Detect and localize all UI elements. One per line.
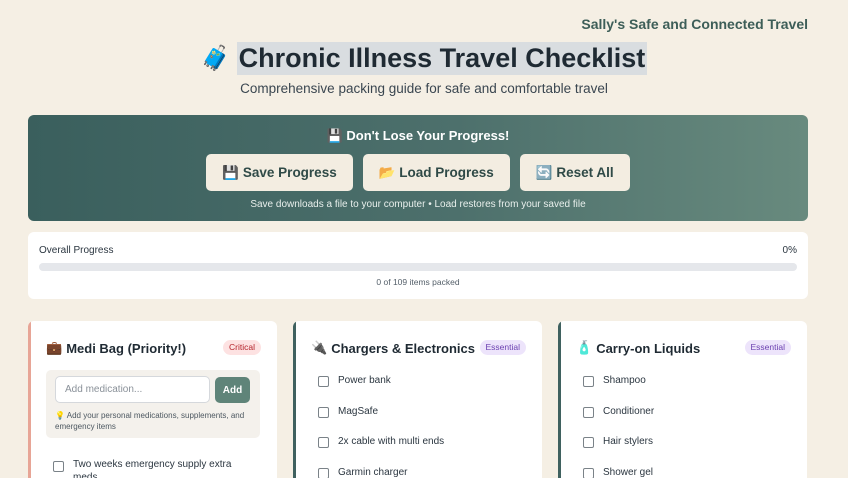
progress-bar	[39, 263, 797, 271]
checklist-item-label: Two weeks emergency supply extra meds	[73, 459, 232, 478]
page-title: 🧳 Chronic Illness Travel Checklist	[201, 42, 648, 75]
progress-count: 0 of 109 items packed	[376, 277, 460, 287]
save-progress-panel: 💾 Don't Lose Your Progress! 💾 Save Progr…	[28, 115, 808, 221]
checkbox[interactable]	[583, 437, 594, 448]
checkbox[interactable]	[583, 407, 594, 418]
medication-hint: 💡 Add your personal medications, supplem…	[55, 411, 245, 431]
luggage-icon: 🧳	[200, 45, 231, 72]
checkbox[interactable]	[53, 461, 64, 472]
checkbox[interactable]	[583, 468, 594, 478]
plug-icon: 🔌	[311, 340, 328, 355]
save-progress-button[interactable]: 💾 Save Progress	[206, 154, 353, 191]
checklist-item[interactable]: 2x cable with multi ends	[318, 436, 444, 448]
checklist-item[interactable]: MagSafe	[318, 406, 378, 418]
brand-name: Sally's Safe and Connected Travel	[581, 16, 808, 32]
add-medication-button[interactable]: Add	[215, 377, 250, 403]
card-title-text: Chargers & Electronics	[331, 340, 475, 356]
priority-badge: Essential	[479, 340, 526, 355]
checklist-item-label: Power bank	[338, 375, 391, 386]
checkbox[interactable]	[318, 376, 329, 387]
medication-input[interactable]	[55, 376, 210, 403]
page-header: 🧳 Chronic Illness Travel Checklist	[0, 42, 848, 75]
carry-on-liquids-card: 🧴 Carry-on Liquids Essential Shampoo Con…	[558, 321, 807, 478]
checklist-item-label: Conditioner	[603, 406, 655, 417]
checklist-item-label: MagSafe	[338, 406, 379, 417]
save-panel-heading: 💾 Don't Lose Your Progress!	[326, 128, 510, 143]
checklist-item[interactable]: Hair stylers	[583, 436, 653, 448]
page-title-text: Chronic Illness Travel Checklist	[236, 42, 648, 75]
reset-all-button[interactable]: 🔄 Reset All	[519, 154, 630, 191]
load-progress-button[interactable]: 📂 Load Progress	[362, 154, 510, 191]
checklist-item-label: Garmin charger	[338, 467, 408, 478]
checkbox[interactable]	[583, 376, 594, 387]
card-title-text: Medi Bag (Priority!)	[66, 340, 187, 356]
checklist-item[interactable]: Shampoo	[583, 375, 646, 387]
checklist-item-label: Shampoo	[603, 375, 646, 386]
priority-badge: Essential	[744, 340, 791, 355]
checkbox[interactable]	[318, 468, 329, 478]
checklist-item[interactable]: Two weeks emergency supply extra meds	[53, 458, 253, 478]
add-medication-box: Add 💡 Add your personal medications, sup…	[46, 370, 260, 438]
card-title: 🔌 Chargers & Electronics	[311, 340, 475, 356]
save-panel-buttons: 💾 Save Progress 📂 Load Progress 🔄 Reset …	[28, 154, 808, 191]
checkbox[interactable]	[318, 407, 329, 418]
chargers-electronics-card: 🔌 Chargers & Electronics Essential Power…	[293, 321, 542, 478]
progress-percent: 0%	[782, 245, 797, 256]
checkbox[interactable]	[318, 437, 329, 448]
overall-progress-card: Overall Progress 0% 0 of 109 items packe…	[28, 232, 808, 299]
priority-badge: Critical	[223, 340, 261, 355]
card-title-text: Carry-on Liquids	[596, 340, 701, 356]
checklist-item[interactable]: Power bank	[318, 375, 391, 387]
save-panel-note: Save downloads a file to your computer •…	[250, 199, 586, 210]
checklist-item[interactable]: Shower gel	[583, 467, 653, 478]
card-title: 💼 Medi Bag (Priority!)	[46, 340, 186, 356]
page-subtitle: Comprehensive packing guide for safe and…	[240, 81, 608, 96]
checklist-item[interactable]: Garmin charger	[318, 467, 407, 478]
checklist-item-label: 2x cable with multi ends	[338, 436, 445, 447]
card-title: 🧴 Carry-on Liquids	[576, 340, 700, 356]
lotion-bottle-icon: 🧴	[576, 340, 593, 355]
medical-bag-icon: 💼	[46, 340, 63, 355]
checklist-item-label: Shower gel	[603, 467, 654, 478]
checklist-item-label: Hair stylers	[603, 436, 654, 447]
checklist-item[interactable]: Conditioner	[583, 406, 654, 418]
medi-bag-card: 💼 Medi Bag (Priority!) Critical Add 💡 Ad…	[28, 321, 277, 478]
progress-label: Overall Progress	[39, 245, 114, 256]
